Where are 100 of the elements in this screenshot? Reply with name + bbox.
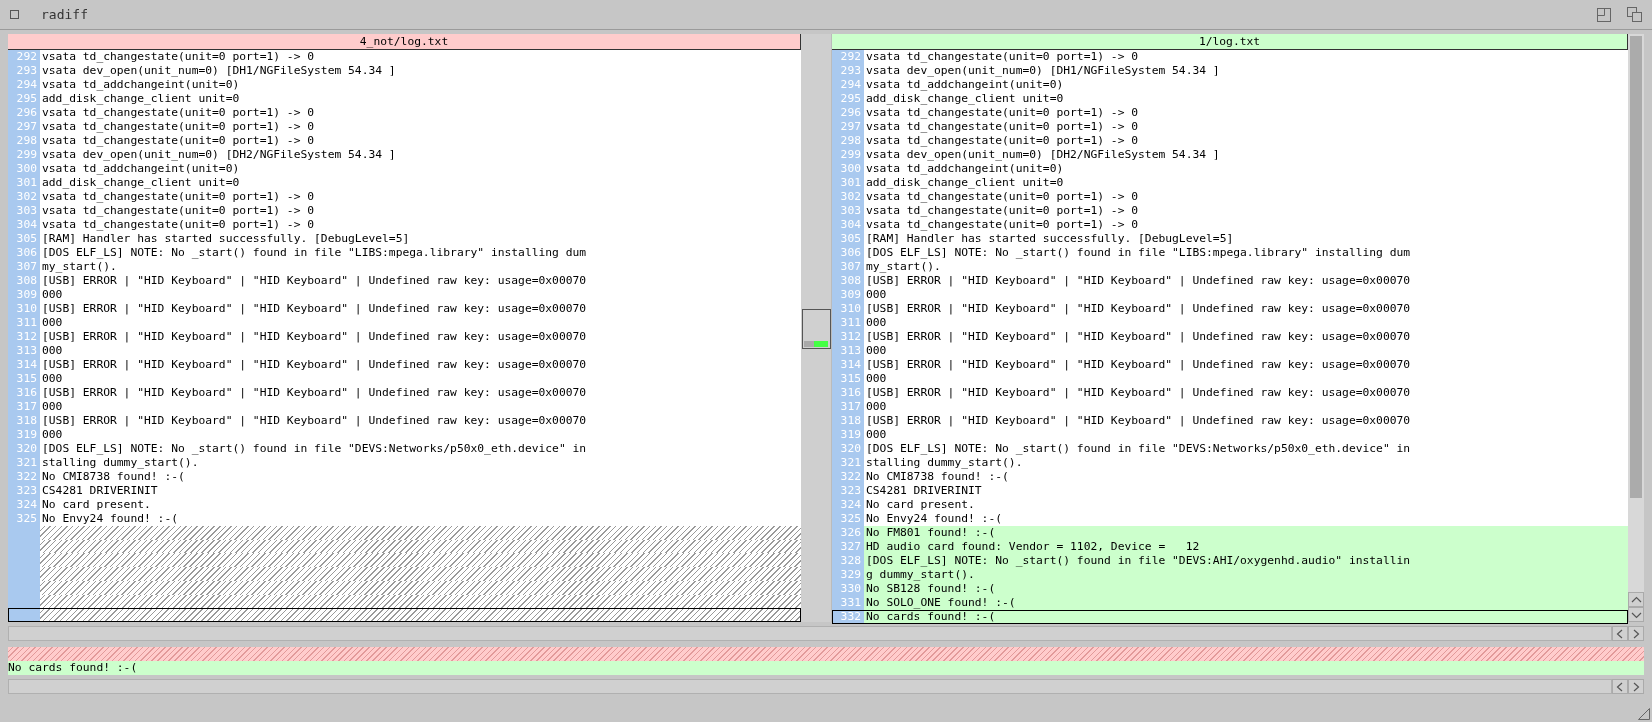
line-number: 317 [8,400,40,414]
line-number: 299 [832,148,864,162]
scroll-left-button[interactable] [1612,679,1628,694]
line-number: 316 [8,386,40,400]
line-number: 313 [832,344,864,358]
line-number: 301 [8,176,40,190]
line-number: 298 [832,134,864,148]
line-number: 326 [832,526,864,540]
line-text: 000 [865,428,888,442]
line-text: vsata td_addchangeint(unit=0) [865,162,1065,176]
line-text: 000 [865,288,888,302]
line-text: [USB] ERROR | "HID Keyboard" | "HID Keyboard" | Undefined raw key: usage=0x00070 [865,414,1412,428]
line-text: [USB] ERROR | "HID Keyboard" | "HID Keyboard" | Undefined raw key: usage=0x00070 [41,274,588,288]
line-text: No card present. [41,498,152,512]
horizontal-scrollbar[interactable] [8,626,1612,641]
scroll-left-button[interactable] [1612,626,1628,641]
line-text: vsata td_changestate(unit=0 port=1) -> 0 [865,106,1140,120]
line-text: vsata dev_open(unit_num=0) [DH2/NGFileSystem 54.34 ] [865,148,1221,162]
line-number: 312 [8,330,40,344]
line-text: vsata td_changestate(unit=0 port=1) -> 0 [865,204,1140,218]
line-text: stalling dummy_start(). [865,456,1024,470]
line-number: 300 [832,162,864,176]
line-text: vsata td_addchangeint(unit=0) [865,78,1065,92]
line-text: [USB] ERROR | "HID Keyboard" | "HID Keyboard" | Undefined raw key: usage=0x00070 [865,358,1412,372]
line-number: 307 [832,260,864,274]
file-header: 4_not/log.txt [8,34,801,50]
line-number: 310 [832,302,864,316]
line-text: [DOS ELF_LS] NOTE: No _start() found in file "DEVS:AHI/oxygenhd.audio" installin [864,554,1628,568]
vertical-scrollbar[interactable] [1628,34,1644,622]
line-text: add_disk_change_client unit=0 [865,176,1065,190]
line-text: [USB] ERROR | "HID Keyboard" | "HID Keyboard" | Undefined raw key: usage=0x00070 [41,414,588,428]
line-number: 332 [832,610,864,624]
scroll-up-button[interactable] [1628,592,1644,607]
line-text: my_start(). [41,260,118,274]
line-number: 297 [832,120,864,134]
line-text: No SB128 found! :-( [864,582,1628,596]
line-text: CS4281 DRIVERINIT [865,484,983,498]
line-number: 310 [8,302,40,316]
resize-grip-icon[interactable] [1638,708,1650,720]
line-number: 293 [832,64,864,78]
line-number: 319 [832,428,864,442]
line-text: No CMI8738 found! :-( [41,470,186,484]
line-number: 311 [832,316,864,330]
line-number: 294 [8,78,40,92]
line-number: 306 [8,246,40,260]
line-text: vsata td_changestate(unit=0 port=1) -> 0 [41,120,316,134]
line-gutter [8,608,40,623]
scroll-right-button[interactable] [1628,626,1644,641]
line-text: vsata td_changestate(unit=0 port=1) -> 0 [41,204,316,218]
line-text: 000 [41,288,64,302]
overview-thumb[interactable] [801,309,831,349]
line-text: vsata td_changestate(unit=0 port=1) -> 0 [41,134,316,148]
line-text: 000 [865,344,888,358]
line-text: 000 [41,316,64,330]
line-text: 000 [41,344,64,358]
line-number: 328 [832,554,864,568]
line-text: vsata dev_open(unit_num=0) [DH1/NGFileSystem 54.34 ] [865,64,1221,78]
line-number: 312 [832,330,864,344]
line-text: 000 [865,372,888,386]
line-text: vsata td_changestate(unit=0 port=1) -> 0 [41,218,316,232]
line-text: [RAM] Handler has started successfully. [DebugLevel=5] [865,232,1235,246]
scroll-down-button[interactable] [1628,607,1644,622]
line-number: 297 [8,120,40,134]
line-text: vsata dev_open(unit_num=0) [DH1/NGFileSystem 54.34 ] [41,64,397,78]
line-number: 295 [8,92,40,106]
line-text: No card present. [865,498,976,512]
line-number: 321 [832,456,864,470]
line-text: [USB] ERROR | "HID Keyboard" | "HID Keyboard" | Undefined raw key: usage=0x00070 [865,274,1412,288]
line-number: 305 [8,232,40,246]
horizontal-scrollbar[interactable] [8,679,1612,694]
line-text: [USB] ERROR | "HID Keyboard" | "HID Keyboard" | Undefined raw key: usage=0x00070 [41,330,588,344]
scroll-right-button[interactable] [1628,679,1644,694]
line-number: 307 [8,260,40,274]
line-text: HD audio card found: Vendor = 1102, Device = 12 [864,540,1628,554]
scroll-thumb[interactable] [1630,36,1642,498]
line-number: 320 [832,442,864,456]
line-text: vsata td_changestate(unit=0 port=1) -> 0 [41,190,316,204]
line-number: 309 [8,288,40,302]
line-number: 321 [8,456,40,470]
line-number: 313 [8,344,40,358]
zoom-icon[interactable] [1597,7,1611,22]
line-number: 308 [8,274,40,288]
close-icon[interactable] [10,10,19,19]
line-number: 325 [832,512,864,526]
line-text: No CMI8738 found! :-( [865,470,1010,484]
line-number: 305 [832,232,864,246]
line-number: 294 [832,78,864,92]
line-text: stalling dummy_start(). [41,456,200,470]
line-number: 325 [8,512,40,526]
line-number: 295 [832,92,864,106]
line-number: 314 [832,358,864,372]
line-number: 320 [8,442,40,456]
line-text: No FM801 found! :-( [864,526,1628,540]
line-number: 300 [8,162,40,176]
line-number: 298 [8,134,40,148]
line-text: vsata td_changestate(unit=0 port=1) -> 0 [865,190,1140,204]
depth-icon[interactable] [1627,7,1642,22]
line-text: vsata td_addchangeint(unit=0) [41,162,241,176]
line-text: [DOS ELF_LS] NOTE: No _start() found in file "LIBS:mpega.library" installing dum [865,246,1412,260]
line-number: 324 [8,498,40,512]
